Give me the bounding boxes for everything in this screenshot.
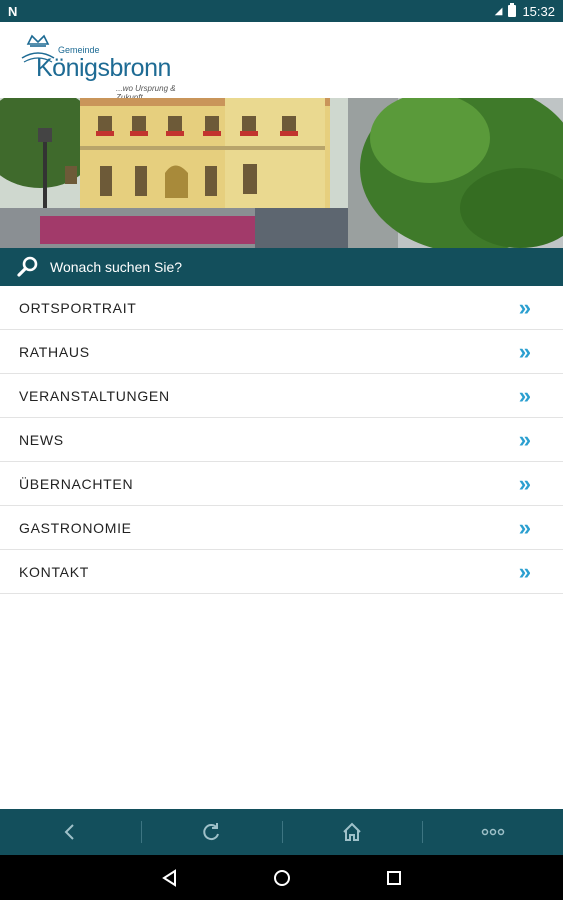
status-time: 15:32	[522, 3, 555, 19]
triangle-back-icon	[161, 868, 176, 887]
menu-item-kontakt[interactable]: KONTAKT »	[0, 550, 563, 594]
chevron-double-right-icon: »	[518, 514, 531, 540]
menu-item-rathaus[interactable]: RATHAUS »	[0, 330, 563, 374]
home-button[interactable]	[281, 809, 423, 855]
more-icon	[481, 828, 504, 836]
chevron-double-right-icon: »	[518, 426, 531, 452]
app-root: N ◢ 15:32 Gemeinde Königsbronn ...wo Urs…	[0, 0, 563, 900]
system-nav-bar	[0, 855, 563, 900]
system-recents-button[interactable]	[382, 866, 406, 890]
menu-item-news[interactable]: NEWS »	[0, 418, 563, 462]
system-home-button[interactable]	[270, 866, 294, 890]
menu-item-label: ÜBERNACHTEN	[19, 475, 134, 492]
menu-item-gastronomie[interactable]: GASTRONOMIE »	[0, 506, 563, 550]
battery-icon	[508, 3, 517, 17]
status-indicators: ◢ 15:32	[494, 3, 555, 19]
hero-image	[0, 98, 563, 248]
menu-item-label: RATHAUS	[19, 343, 90, 360]
bottom-toolbar	[0, 809, 563, 855]
system-back-button[interactable]	[158, 866, 182, 890]
square-recents-icon	[386, 870, 401, 885]
chevron-double-right-icon: »	[518, 338, 531, 364]
hero-illustration	[0, 98, 563, 248]
search-label: Wonach suchen Sie?	[50, 259, 183, 275]
menu-item-label: KONTAKT	[19, 563, 89, 580]
menu-item-veranstaltungen[interactable]: VERANSTALTUNGEN »	[0, 374, 563, 418]
menu-item-ortsportrait[interactable]: ORTSPORTRAIT »	[0, 286, 563, 330]
menu-item-uebernachten[interactable]: ÜBERNACHTEN »	[0, 462, 563, 506]
menu-item-label: GASTRONOMIE	[19, 519, 132, 536]
chevron-double-right-icon: »	[518, 294, 531, 320]
refresh-icon	[203, 823, 220, 841]
chevron-double-right-icon: »	[518, 382, 531, 408]
home-icon	[343, 822, 361, 841]
menu-item-label: NEWS	[19, 431, 64, 448]
back-icon	[64, 824, 75, 840]
menu-item-label: ORTSPORTRAIT	[19, 299, 137, 316]
search-bar[interactable]: Wonach suchen Sie?	[0, 248, 563, 286]
search-icon	[17, 256, 38, 277]
logo-title: Königsbronn	[36, 54, 171, 82]
chevron-double-right-icon: »	[518, 470, 531, 496]
more-button[interactable]	[422, 809, 563, 855]
circle-home-icon	[273, 869, 290, 886]
status-bar: N ◢ 15:32	[0, 0, 563, 22]
refresh-button[interactable]	[140, 809, 282, 855]
chevron-double-right-icon: »	[518, 558, 531, 584]
menu-item-label: VERANSTALTUNGEN	[19, 387, 170, 404]
notification-icon: N	[8, 3, 18, 19]
logo[interactable]: Gemeinde Königsbronn ...wo Ursprung & Zu…	[18, 28, 188, 102]
app-header: Gemeinde Königsbronn ...wo Ursprung & Zu…	[0, 22, 563, 102]
back-button[interactable]	[0, 809, 141, 855]
main-menu: ORTSPORTRAIT » RATHAUS » VERANSTALTUNGEN…	[0, 286, 563, 594]
signal-icon: ◢	[494, 5, 503, 17]
